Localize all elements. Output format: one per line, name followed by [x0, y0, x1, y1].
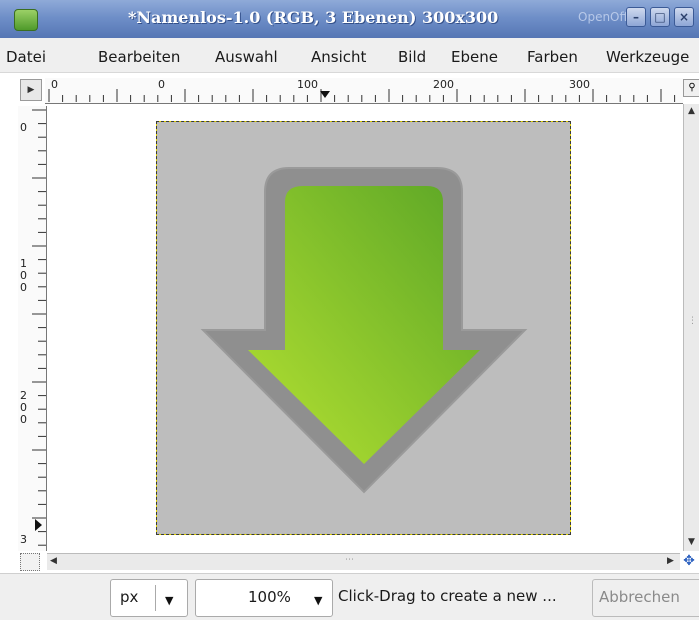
cancel-button[interactable]: Abbrechen: [592, 579, 699, 617]
menu-bar: Datei Bearbeiten Auswahl Ansicht Bild Eb…: [0, 38, 699, 73]
hruler-label: 200: [433, 78, 454, 91]
hruler-label: 0: [51, 78, 58, 91]
navigate-icon[interactable]: ▶: [20, 79, 42, 101]
zoom-icon[interactable]: ⚲: [683, 79, 699, 97]
scroll-grip-icon[interactable]: ⋮: [688, 316, 697, 326]
status-message: Click-Drag to create a new ...: [338, 587, 557, 605]
menu-farben[interactable]: Farben: [527, 48, 578, 66]
menu-werkzeuge[interactable]: Werkzeuge: [606, 48, 689, 66]
vruler-label: 3: [20, 533, 27, 546]
menu-ansicht[interactable]: Ansicht: [311, 48, 366, 66]
scroll-right-icon[interactable]: ▶: [667, 556, 674, 566]
menu-bild[interactable]: Bild: [398, 48, 426, 66]
scroll-grip-icon[interactable]: ⋯: [345, 555, 354, 565]
minimize-button[interactable]: –: [626, 7, 646, 27]
scroll-left-icon[interactable]: ◀: [50, 556, 57, 566]
vertical-scrollbar[interactable]: ▲ ⋮ ▼: [683, 104, 699, 551]
image-canvas[interactable]: [156, 121, 571, 535]
hruler-label: 0: [158, 78, 165, 91]
status-bar: px ▼ 100% ▼ Click-Drag to create a new .…: [0, 573, 699, 620]
quickmask-icon[interactable]: [20, 553, 40, 571]
gimp-icon: [14, 9, 38, 31]
menu-bearbeiten[interactable]: Bearbeiten: [98, 48, 180, 66]
horizontal-scrollbar[interactable]: ◀ ⋯ ▶: [47, 553, 680, 570]
chevron-down-icon: ▼: [314, 594, 323, 607]
menu-ebene[interactable]: Ebene: [451, 48, 498, 66]
horizontal-ruler[interactable]: 0 0 100 200 300: [45, 78, 683, 104]
menu-datei[interactable]: Datei: [6, 48, 46, 66]
unit-value: px: [120, 588, 139, 606]
zoom-value: 100%: [248, 588, 291, 606]
hruler-label: 100: [297, 78, 318, 91]
move-icon[interactable]: ✥: [681, 553, 697, 569]
maximize-button[interactable]: □: [650, 7, 670, 27]
vruler-position-marker: [35, 519, 42, 531]
hruler-label: 300: [569, 78, 590, 91]
window-title: *Namenlos-1.0 (RGB, 3 Ebenen) 300x300: [128, 8, 499, 27]
scroll-down-icon[interactable]: ▼: [688, 537, 695, 547]
window-titlebar[interactable]: *Namenlos-1.0 (RGB, 3 Ebenen) 300x300 Op…: [0, 0, 699, 38]
scroll-up-icon[interactable]: ▲: [688, 106, 695, 116]
close-button[interactable]: ×: [674, 7, 694, 27]
vertical-ruler[interactable]: 0 1 0 0 2 0 0 3: [18, 106, 47, 551]
chevron-down-icon: ▼: [165, 594, 174, 607]
zoom-select[interactable]: 100% ▼: [195, 579, 333, 617]
download-arrow-image: [200, 167, 528, 494]
vruler-label: 0: [20, 121, 27, 134]
vruler-label: 0: [20, 413, 27, 426]
vruler-ticks: [32, 109, 46, 546]
vruler-label: 0: [20, 281, 27, 294]
unit-select[interactable]: px ▼: [110, 579, 188, 617]
menu-auswahl[interactable]: Auswahl: [215, 48, 278, 66]
